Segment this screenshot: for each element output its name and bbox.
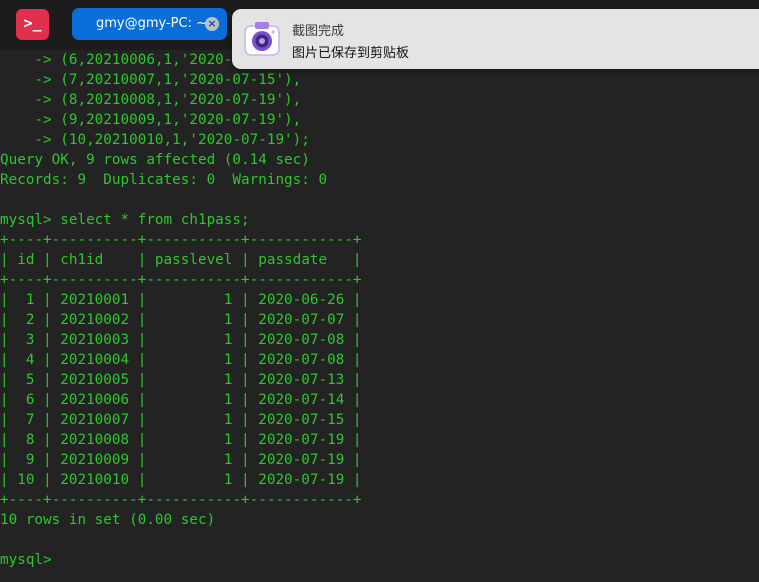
terminal-line: Records: 9 Duplicates: 0 Warnings: 0 bbox=[0, 172, 328, 188]
terminal-line: | 4 | 20210004 | 1 | 2020-07-08 | bbox=[0, 352, 362, 368]
terminal-line: -> (7,20210007,1,'2020-07-15'), bbox=[0, 72, 302, 88]
terminal-line: | 8 | 20210008 | 1 | 2020-07-19 | bbox=[0, 432, 362, 448]
terminal-line: Query OK, 9 rows affected (0.14 sec) bbox=[0, 152, 310, 168]
terminal-line: 10 rows in set (0.00 sec) bbox=[0, 512, 216, 528]
notification-title: 截图完成 bbox=[292, 24, 345, 39]
screenshot-camera-icon bbox=[244, 22, 280, 56]
terminal-line: mysql> bbox=[0, 552, 61, 568]
screenshot-notification[interactable]: 截图完成 图片已保存到剪贴板 bbox=[232, 9, 759, 69]
terminal-output[interactable]: -> (6,20210006,1,'2020-07-14'), -> (7,20… bbox=[0, 50, 759, 582]
terminal-line: | 6 | 20210006 | 1 | 2020-07-14 | bbox=[0, 392, 362, 408]
terminal-line: -> (10,20210010,1,'2020-07-19'); bbox=[0, 132, 310, 148]
terminal-line: | 10 | 20210010 | 1 | 2020-07-19 | bbox=[0, 472, 362, 488]
terminal-line: +----+----------+-----------+-----------… bbox=[0, 492, 362, 508]
terminal-line: | 2 | 20210002 | 1 | 2020-07-07 | bbox=[0, 312, 362, 328]
terminal-icon-glyph: >_ bbox=[23, 14, 42, 32]
terminal-line: | id | ch1id | passlevel | passdate | bbox=[0, 252, 362, 268]
terminal-line: +----+----------+-----------+-----------… bbox=[0, 272, 362, 288]
terminal-line: | 5 | 20210005 | 1 | 2020-07-13 | bbox=[0, 372, 362, 388]
close-icon[interactable]: × bbox=[205, 17, 219, 31]
terminal-line: -> (9,20210009,1,'2020-07-19'), bbox=[0, 112, 302, 128]
terminal-line: | 7 | 20210007 | 1 | 2020-07-15 | bbox=[0, 412, 362, 428]
terminal-line: -> (8,20210008,1,'2020-07-19'), bbox=[0, 92, 302, 108]
terminal-line: | 3 | 20210003 | 1 | 2020-07-08 | bbox=[0, 332, 362, 348]
terminal-line: | 1 | 20210001 | 1 | 2020-06-26 | bbox=[0, 292, 362, 308]
terminal-line: mysql> select * from ch1pass; bbox=[0, 212, 250, 228]
terminal-icon[interactable]: >_ bbox=[16, 9, 49, 40]
terminal-line: | 9 | 20210009 | 1 | 2020-07-19 | bbox=[0, 452, 362, 468]
terminal-line: +----+----------+-----------+-----------… bbox=[0, 232, 362, 248]
tab-label: gmy@gmy-PC: ~ bbox=[96, 16, 208, 31]
notification-body: 图片已保存到剪贴板 bbox=[292, 46, 410, 61]
tab-terminal-session[interactable]: gmy@gmy-PC: ~ × bbox=[72, 8, 227, 40]
terminal-window: >_ gmy@gmy-PC: ~ × -> (6,20210006,1,'202… bbox=[0, 0, 759, 582]
